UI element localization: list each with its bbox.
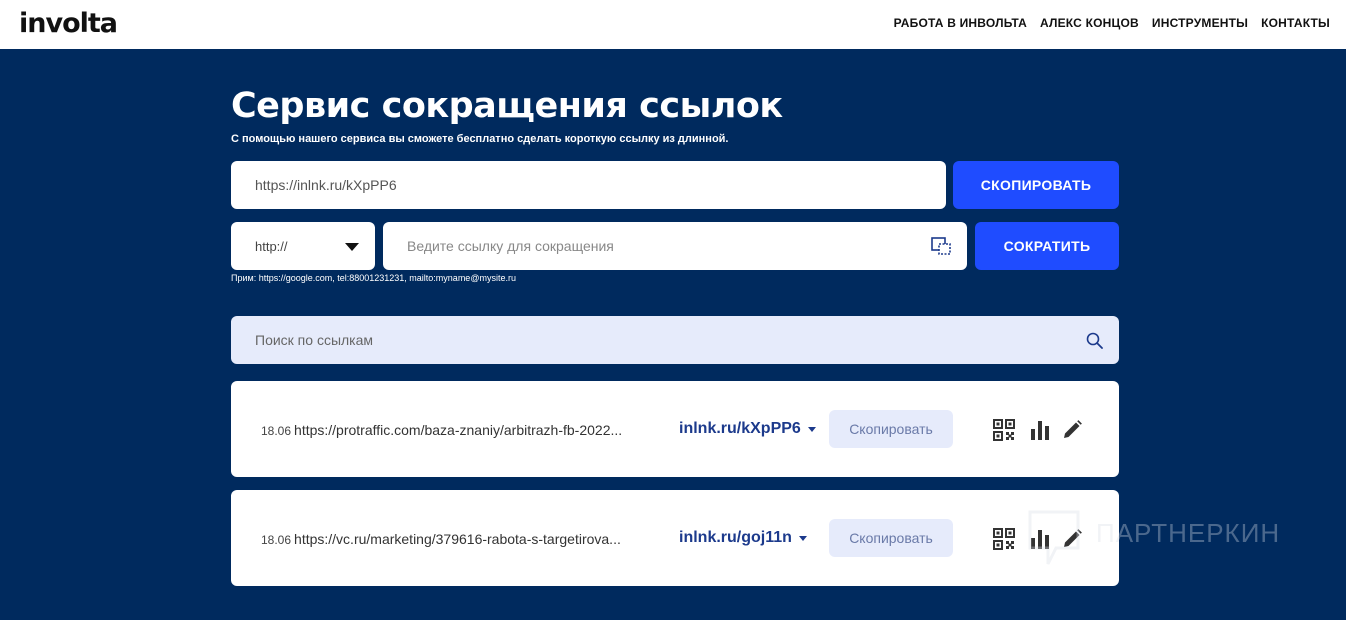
short-link-dropdown[interactable]: inlnk.ru/goj11n xyxy=(679,529,807,547)
protocol-select[interactable]: http:// xyxy=(231,222,375,270)
main-nav: РАБОТА В ИНВОЛЬТА АЛЕКС КОНЦОВ ИНСТРУМЕН… xyxy=(894,16,1330,30)
search-input[interactable] xyxy=(231,316,1071,364)
input-hint: Прим: https://google.com, tel:8800123123… xyxy=(231,273,516,283)
qr-code-icon[interactable] xyxy=(993,419,1015,441)
nav-tools[interactable]: ИНСТРУМЕНТЫ xyxy=(1152,16,1248,30)
short-link-text: inlnk.ru/goj11n xyxy=(679,529,792,546)
shorten-button[interactable]: СОКРАТИТЬ xyxy=(975,222,1119,270)
speech-bubble-logo-icon xyxy=(1028,510,1080,565)
protocol-value: http:// xyxy=(255,238,288,254)
page-subtitle: С помощью нашего сервиса вы сможете бесп… xyxy=(231,133,729,145)
search-bar xyxy=(231,316,1119,364)
copy-result-button[interactable]: СКОПИРОВАТЬ xyxy=(953,161,1119,209)
link-list-item: 18.06 https://protraffic.com/baza-znaniy/… xyxy=(231,381,1119,477)
top-navbar: involta РАБОТА В ИНВОЛЬТА АЛЕКС КОНЦОВ И… xyxy=(0,0,1346,49)
short-link-result-field[interactable]: https://inlnk.ru/kXpPP6 xyxy=(231,161,946,209)
long-url-input-wrapper xyxy=(383,222,967,270)
nav-alex-kontsov[interactable]: АЛЕКС КОНЦОВ xyxy=(1040,16,1139,30)
partnerkin-watermark: ПАРТНЕРКИН xyxy=(1026,508,1326,568)
link-date: 18.06 xyxy=(261,424,292,438)
link-url: https://protraffic.com/baza-znaniy/arbit… xyxy=(294,422,623,438)
original-link: 18.06 https://vc.ru/marketing/379616-rabo… xyxy=(261,531,651,547)
search-icon[interactable] xyxy=(1086,332,1103,349)
short-link-text: inlnk.ru/kXpPP6 xyxy=(679,420,801,437)
original-link: 18.06 https://protraffic.com/baza-znaniy/… xyxy=(261,422,651,438)
pencil-icon[interactable] xyxy=(1061,419,1083,441)
long-url-input[interactable] xyxy=(383,222,923,270)
link-url: https://vc.ru/marketing/379616-rabota-s-… xyxy=(294,531,621,547)
involta-logo[interactable]: involta xyxy=(19,8,118,39)
copy-link-button[interactable]: Скопировать xyxy=(829,519,953,557)
link-date: 18.06 xyxy=(261,533,292,547)
caret-down-icon xyxy=(807,426,816,432)
caret-down-icon xyxy=(345,243,359,251)
bar-chart-icon[interactable] xyxy=(1029,419,1051,441)
link-list-item: 18.06 https://vc.ru/marketing/379616-rabo… xyxy=(231,490,1119,586)
watermark-text: ПАРТНЕРКИН xyxy=(1096,518,1281,548)
paste-icon[interactable] xyxy=(931,237,951,255)
copy-link-button[interactable]: Скопировать xyxy=(829,410,953,448)
nav-work-at-involta[interactable]: РАБОТА В ИНВОЛЬТА xyxy=(894,16,1027,30)
page-title: Сервис сокращения ссылок xyxy=(231,86,783,126)
short-link-dropdown[interactable]: inlnk.ru/kXpPP6 xyxy=(679,420,816,438)
nav-contacts[interactable]: КОНТАКТЫ xyxy=(1261,16,1330,30)
qr-code-icon[interactable] xyxy=(993,528,1015,550)
caret-down-icon xyxy=(798,535,807,541)
